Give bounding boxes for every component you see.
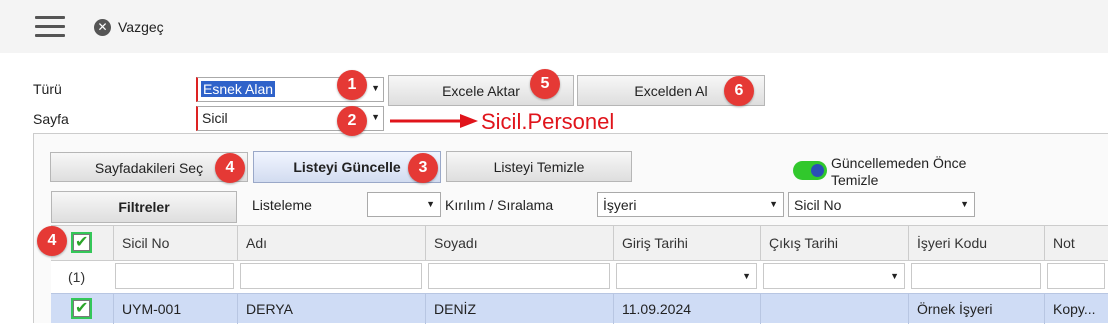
refresh-list-label: Listeyi Güncelle [293,159,401,175]
column-header[interactable]: Not [1044,226,1108,261]
annotation-badge: 5 [530,69,560,99]
column-header[interactable]: Giriş Tarihi [613,226,760,261]
row-checkbox[interactable] [71,298,92,319]
column-header[interactable]: İşyeri Kodu [908,226,1044,261]
kirilim-label: Kırılım / Sıralama [445,197,554,213]
filter-input[interactable] [428,263,610,289]
chevron-down-icon: ▼ [742,271,751,281]
cell-adi: DERYA [237,294,425,324]
cell-cikis [760,294,908,324]
turu-value: Esnek Alan [201,81,276,97]
select-page-label: Sayfadakileri Seç [94,160,204,176]
filter-input[interactable] [115,263,234,289]
clear-list-label: Listeyi Temizle [493,159,585,175]
kirilim-value-2: Sicil No [794,197,842,213]
sayfa-value: Sicil [202,110,228,126]
table-row[interactable]: UYM-001 DERYA DENİZ 11.09.2024 Örnek İşy… [51,293,1108,324]
column-header[interactable]: Çıkış Tarihi [760,226,908,261]
clear-list-button[interactable]: Listeyi Temizle [446,151,632,182]
row-count: (1) [68,269,86,285]
filter-input[interactable] [1047,263,1105,289]
listeleme-select[interactable]: ▼ [367,192,441,217]
chevron-down-icon: ▼ [769,199,778,209]
annotation-badge: 3 [408,153,438,183]
listeleme-label: Listeleme [252,197,312,213]
data-grid: Sicil No Adı Soyadı Giriş Tarihi Çıkış T… [51,225,1108,324]
filter-input[interactable] [240,263,422,289]
select-all-checkbox[interactable] [71,232,92,253]
cell-sicil-no: UYM-001 [113,294,237,324]
cell-soyadi: DENİZ [425,294,613,324]
annotation-badge: 6 [724,76,754,106]
toggle-label: Güncellemeden Önce Temizle [831,155,967,188]
column-header[interactable]: Adı [237,226,425,261]
cell-giris: 11.09.2024 [613,294,760,324]
annotation-badge: 1 [337,70,367,100]
kirilim-select-1[interactable]: İşyeri ▼ [597,192,784,217]
cancel-label: Vazgeç [118,19,164,35]
annotation-text: Sicil.Personel [481,109,615,134]
annotation-badge: 4 [215,153,245,183]
kirilim-select-2[interactable]: Sicil No ▼ [788,192,975,217]
chevron-down-icon: ▼ [890,271,899,281]
chevron-down-icon: ▼ [426,199,435,209]
filters-button[interactable]: Filtreler [51,191,237,223]
filter-select[interactable]: ▼ [616,263,757,289]
sayfa-label: Sayfa [33,111,69,127]
grid-header-row: Sicil No Adı Soyadı Giriş Tarihi Çıkış T… [51,225,1108,261]
filters-label: Filtreler [118,199,170,215]
turu-label: Türü [33,81,62,97]
hamburger-menu-icon[interactable] [35,16,65,38]
column-header[interactable]: Sicil No [113,226,237,261]
chevron-down-icon: ▼ [960,199,969,209]
annotation-arrow-icon [390,114,478,128]
annotation-badge: 4 [37,226,67,256]
excel-import-label: Excelden Al [634,83,708,99]
cell-not: Kopy... [1044,294,1108,324]
filter-select[interactable]: ▼ [763,263,905,289]
annotation-badge: 2 [337,106,367,136]
top-bar: ✕ Vazgeç [0,0,1108,53]
chevron-down-icon: ▼ [371,112,380,122]
kirilim-value-1: İşyeri [603,197,637,213]
chevron-down-icon: ▼ [371,83,380,93]
close-icon: ✕ [94,18,111,36]
cancel-button[interactable]: ✕ Vazgeç [94,17,164,37]
column-header[interactable]: Soyadı [425,226,613,261]
excel-export-label: Excele Aktar [442,83,520,99]
filter-input[interactable] [911,263,1041,289]
cell-isyeri: Örnek İşyeri [908,294,1044,324]
clear-before-update-toggle[interactable] [793,161,827,180]
